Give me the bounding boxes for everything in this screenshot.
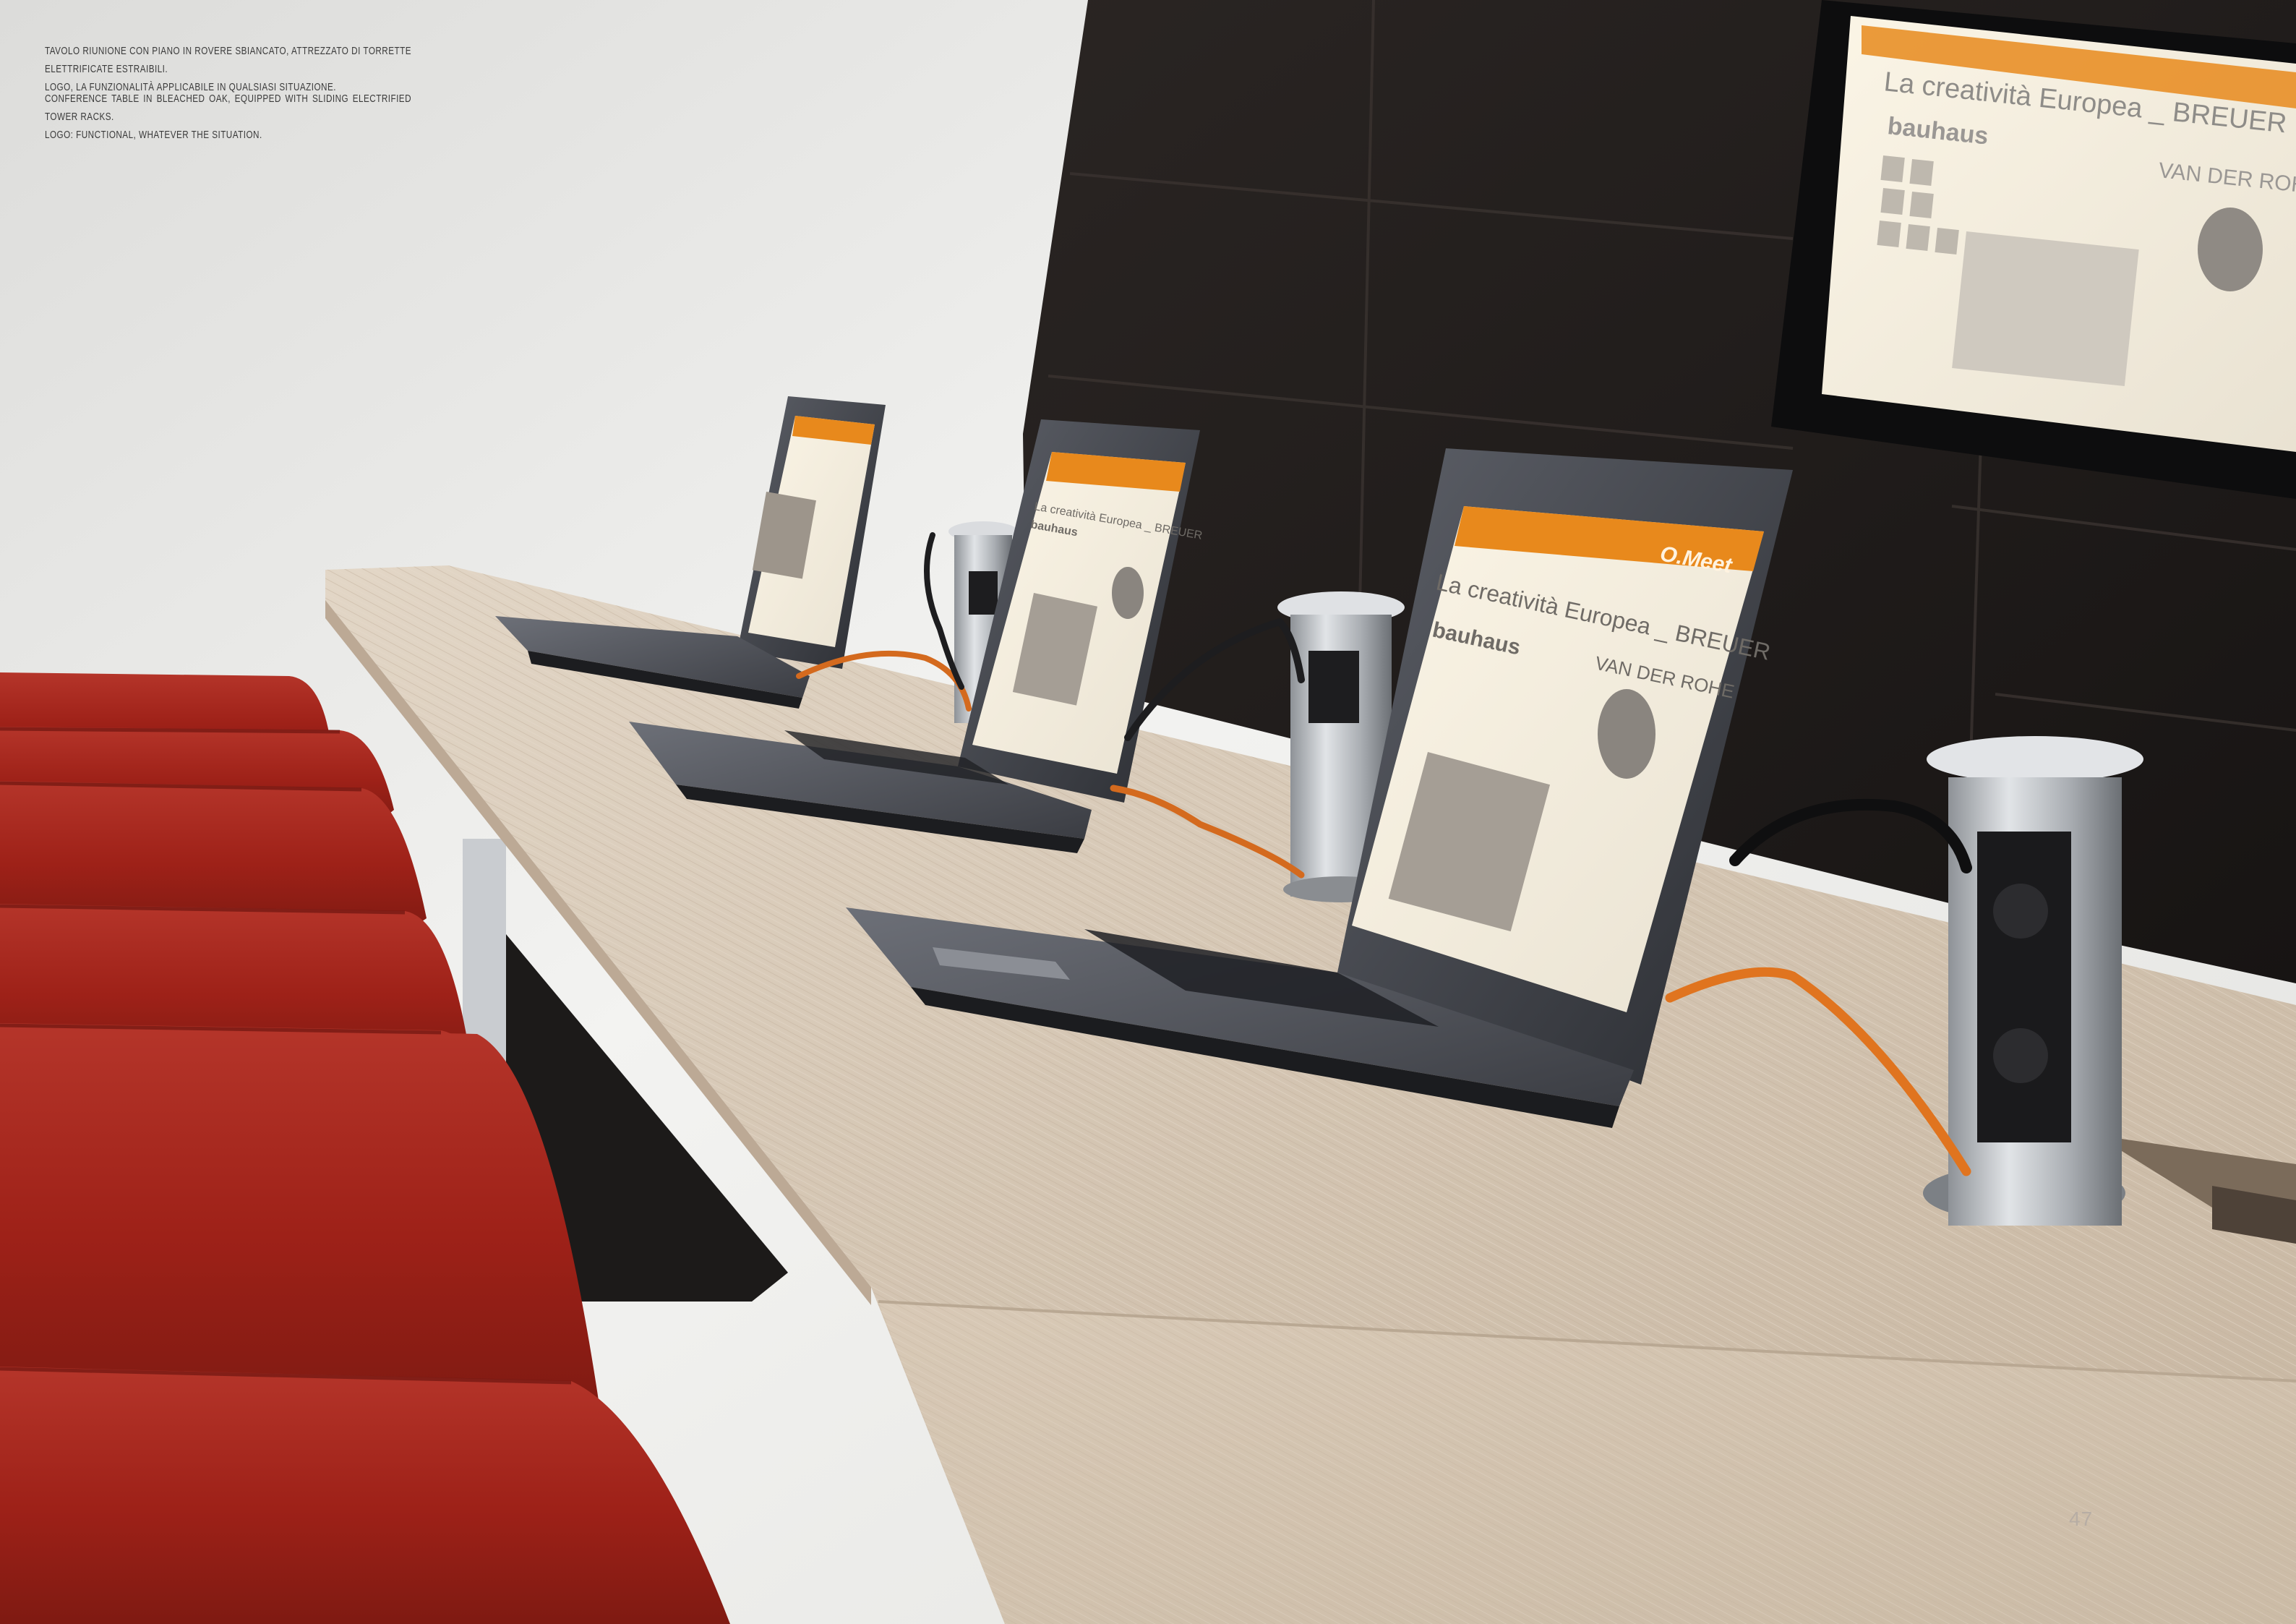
caption-english-line-2: LOGO: FUNCTIONAL, WHATEVER THE SITUATION… [45,129,262,141]
table-leg [463,839,506,1063]
page-number: 47 [2069,1508,2094,1530]
caption-english-line-1: CONFERENCE TABLE IN BLEACHED OAK, EQUIPP… [45,93,411,123]
wall-monitor: La creatività Europea _ BREUER bauhaus V… [1771,0,2296,499]
caption-italian-line-1: TAVOLO RIUNIONE CON PIANO IN ROVERE SBIA… [45,45,411,75]
conference-room-photo: La creatività Europea _ BREUER bauhaus V… [0,0,2296,1624]
caption-english: CONFERENCE TABLE IN BLEACHED OAK, EQUIPP… [45,90,411,144]
caption-italian: TAVOLO RIUNIONE CON PIANO IN ROVERE SBIA… [45,42,411,96]
